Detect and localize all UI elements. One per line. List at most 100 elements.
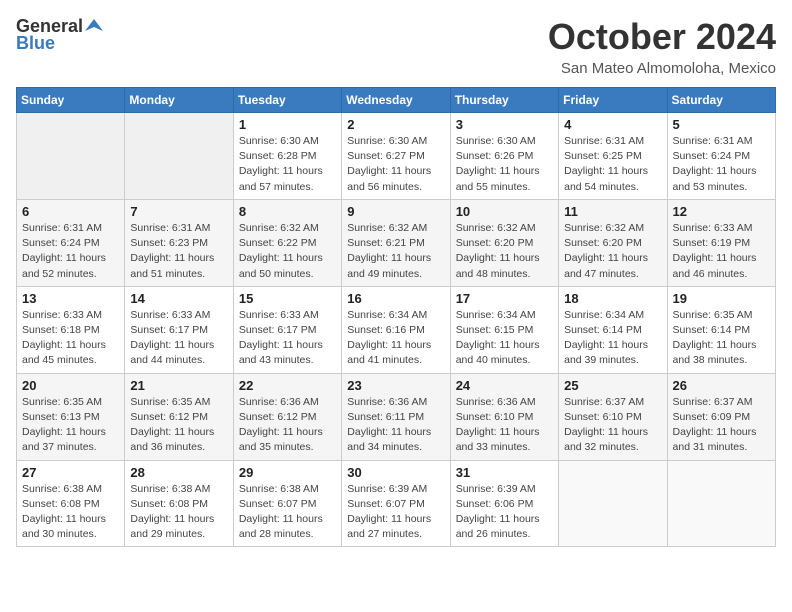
calendar-header-row: SundayMondayTuesdayWednesdayThursdayFrid… bbox=[17, 88, 776, 113]
calendar-cell: 18Sunrise: 6:34 AM Sunset: 6:14 PM Dayli… bbox=[559, 286, 667, 373]
day-number: 6 bbox=[22, 204, 119, 219]
week-row-4: 20 Sunrise: 6:35 AM Sunset: 6:13 PM Dayli… bbox=[17, 373, 776, 460]
logo-bird-icon bbox=[85, 17, 103, 35]
calendar-cell: 1Sunrise: 6:30 AM Sunset: 6:28 PM Daylig… bbox=[233, 113, 341, 200]
day-info: Sunrise: 6:36 AM Sunset: 6:12 PM Dayligh… bbox=[239, 395, 336, 456]
page-header: General Blue October 2024 San Mateo Almo… bbox=[16, 16, 776, 77]
day-info: Sunrise: 6:33 AM Sunset: 6:17 PM Dayligh… bbox=[130, 308, 227, 369]
calendar-cell: 17Sunrise: 6:34 AM Sunset: 6:15 PM Dayli… bbox=[450, 286, 558, 373]
day-info: Sunrise: 6:31 AM Sunset: 6:24 PM Dayligh… bbox=[673, 134, 770, 195]
day-number: 17 bbox=[456, 291, 553, 306]
day-info: Sunrise: 6:33 AM Sunset: 6:18 PM Dayligh… bbox=[22, 308, 119, 369]
calendar-cell: 25 Sunrise: 6:37 AM Sunset: 6:10 PM Dayli… bbox=[559, 373, 667, 460]
day-info: Sunrise: 6:38 AM Sunset: 6:08 PM Dayligh… bbox=[22, 482, 119, 543]
week-row-3: 13Sunrise: 6:33 AM Sunset: 6:18 PM Dayli… bbox=[17, 286, 776, 373]
calendar-cell: 19 Sunrise: 6:35 AM Sunset: 6:14 PM Dayli… bbox=[667, 286, 775, 373]
calendar-cell bbox=[559, 460, 667, 547]
day-number: 10 bbox=[456, 204, 553, 219]
day-number: 7 bbox=[130, 204, 227, 219]
column-header-saturday: Saturday bbox=[667, 88, 775, 113]
calendar-cell: 16 Sunrise: 6:34 AM Sunset: 6:16 PM Dayli… bbox=[342, 286, 450, 373]
month-year-title: October 2024 bbox=[548, 16, 776, 58]
day-info: Sunrise: 6:38 AM Sunset: 6:08 PM Dayligh… bbox=[130, 482, 227, 543]
day-info: Sunrise: 6:30 AM Sunset: 6:26 PM Dayligh… bbox=[456, 134, 553, 195]
day-info: Sunrise: 6:30 AM Sunset: 6:27 PM Dayligh… bbox=[347, 134, 444, 195]
day-number: 12 bbox=[673, 204, 770, 219]
calendar-cell: 14 Sunrise: 6:33 AM Sunset: 6:17 PM Dayli… bbox=[125, 286, 233, 373]
day-number: 21 bbox=[130, 378, 227, 393]
day-info: Sunrise: 6:31 AM Sunset: 6:25 PM Dayligh… bbox=[564, 134, 661, 195]
day-number: 9 bbox=[347, 204, 444, 219]
column-header-monday: Monday bbox=[125, 88, 233, 113]
day-number: 3 bbox=[456, 117, 553, 132]
day-info: Sunrise: 6:37 AM Sunset: 6:10 PM Dayligh… bbox=[564, 395, 661, 456]
day-info: Sunrise: 6:32 AM Sunset: 6:22 PM Dayligh… bbox=[239, 221, 336, 282]
day-info: Sunrise: 6:37 AM Sunset: 6:09 PM Dayligh… bbox=[673, 395, 770, 456]
calendar-cell: 28 Sunrise: 6:38 AM Sunset: 6:08 PM Dayli… bbox=[125, 460, 233, 547]
day-info: Sunrise: 6:34 AM Sunset: 6:16 PM Dayligh… bbox=[347, 308, 444, 369]
calendar-cell: 23Sunrise: 6:36 AM Sunset: 6:11 PM Dayli… bbox=[342, 373, 450, 460]
day-number: 31 bbox=[456, 465, 553, 480]
day-number: 23 bbox=[347, 378, 444, 393]
day-number: 28 bbox=[130, 465, 227, 480]
calendar-cell: 26 Sunrise: 6:37 AM Sunset: 6:09 PM Dayli… bbox=[667, 373, 775, 460]
calendar-table: SundayMondayTuesdayWednesdayThursdayFrid… bbox=[16, 87, 776, 547]
logo-blue-text: Blue bbox=[16, 33, 55, 54]
day-number: 22 bbox=[239, 378, 336, 393]
column-header-sunday: Sunday bbox=[17, 88, 125, 113]
column-header-thursday: Thursday bbox=[450, 88, 558, 113]
day-info: Sunrise: 6:39 AM Sunset: 6:07 PM Dayligh… bbox=[347, 482, 444, 543]
day-number: 5 bbox=[673, 117, 770, 132]
column-header-tuesday: Tuesday bbox=[233, 88, 341, 113]
column-header-wednesday: Wednesday bbox=[342, 88, 450, 113]
calendar-cell bbox=[667, 460, 775, 547]
calendar-cell bbox=[125, 113, 233, 200]
week-row-2: 6 Sunrise: 6:31 AM Sunset: 6:24 PM Daylig… bbox=[17, 199, 776, 286]
week-row-5: 27 Sunrise: 6:38 AM Sunset: 6:08 PM Dayli… bbox=[17, 460, 776, 547]
column-header-friday: Friday bbox=[559, 88, 667, 113]
day-number: 25 bbox=[564, 378, 661, 393]
week-row-1: 1Sunrise: 6:30 AM Sunset: 6:28 PM Daylig… bbox=[17, 113, 776, 200]
day-info: Sunrise: 6:35 AM Sunset: 6:13 PM Dayligh… bbox=[22, 395, 119, 456]
day-info: Sunrise: 6:31 AM Sunset: 6:24 PM Dayligh… bbox=[22, 221, 119, 282]
calendar-cell: 30Sunrise: 6:39 AM Sunset: 6:07 PM Dayli… bbox=[342, 460, 450, 547]
day-info: Sunrise: 6:39 AM Sunset: 6:06 PM Dayligh… bbox=[456, 482, 553, 543]
day-number: 24 bbox=[456, 378, 553, 393]
calendar-cell: 6 Sunrise: 6:31 AM Sunset: 6:24 PM Daylig… bbox=[17, 199, 125, 286]
calendar-cell: 27 Sunrise: 6:38 AM Sunset: 6:08 PM Dayli… bbox=[17, 460, 125, 547]
calendar-cell: 15 Sunrise: 6:33 AM Sunset: 6:17 PM Dayli… bbox=[233, 286, 341, 373]
day-info: Sunrise: 6:32 AM Sunset: 6:20 PM Dayligh… bbox=[456, 221, 553, 282]
day-info: Sunrise: 6:31 AM Sunset: 6:23 PM Dayligh… bbox=[130, 221, 227, 282]
day-number: 4 bbox=[564, 117, 661, 132]
calendar-cell: 4 Sunrise: 6:31 AM Sunset: 6:25 PM Daylig… bbox=[559, 113, 667, 200]
calendar-cell: 29Sunrise: 6:38 AM Sunset: 6:07 PM Dayli… bbox=[233, 460, 341, 547]
day-number: 15 bbox=[239, 291, 336, 306]
day-number: 26 bbox=[673, 378, 770, 393]
calendar-cell: 8Sunrise: 6:32 AM Sunset: 6:22 PM Daylig… bbox=[233, 199, 341, 286]
day-info: Sunrise: 6:32 AM Sunset: 6:20 PM Dayligh… bbox=[564, 221, 661, 282]
day-number: 14 bbox=[130, 291, 227, 306]
day-number: 19 bbox=[673, 291, 770, 306]
calendar-cell: 21Sunrise: 6:35 AM Sunset: 6:12 PM Dayli… bbox=[125, 373, 233, 460]
calendar-cell: 22 Sunrise: 6:36 AM Sunset: 6:12 PM Dayli… bbox=[233, 373, 341, 460]
day-info: Sunrise: 6:36 AM Sunset: 6:10 PM Dayligh… bbox=[456, 395, 553, 456]
calendar-cell bbox=[17, 113, 125, 200]
day-number: 2 bbox=[347, 117, 444, 132]
day-info: Sunrise: 6:33 AM Sunset: 6:19 PM Dayligh… bbox=[673, 221, 770, 282]
day-info: Sunrise: 6:34 AM Sunset: 6:14 PM Dayligh… bbox=[564, 308, 661, 369]
location-subtitle: San Mateo Almomoloha, Mexico bbox=[548, 60, 776, 77]
calendar-cell: 5 Sunrise: 6:31 AM Sunset: 6:24 PM Daylig… bbox=[667, 113, 775, 200]
calendar-cell: 3 Sunrise: 6:30 AM Sunset: 6:26 PM Daylig… bbox=[450, 113, 558, 200]
day-number: 27 bbox=[22, 465, 119, 480]
day-number: 20 bbox=[22, 378, 119, 393]
day-number: 16 bbox=[347, 291, 444, 306]
day-info: Sunrise: 6:33 AM Sunset: 6:17 PM Dayligh… bbox=[239, 308, 336, 369]
calendar-cell: 31 Sunrise: 6:39 AM Sunset: 6:06 PM Dayli… bbox=[450, 460, 558, 547]
day-number: 1 bbox=[239, 117, 336, 132]
day-number: 11 bbox=[564, 204, 661, 219]
calendar-cell: 13Sunrise: 6:33 AM Sunset: 6:18 PM Dayli… bbox=[17, 286, 125, 373]
calendar-cell: 11 Sunrise: 6:32 AM Sunset: 6:20 PM Dayli… bbox=[559, 199, 667, 286]
day-info: Sunrise: 6:35 AM Sunset: 6:14 PM Dayligh… bbox=[673, 308, 770, 369]
calendar-cell: 7 Sunrise: 6:31 AM Sunset: 6:23 PM Daylig… bbox=[125, 199, 233, 286]
calendar-cell: 9Sunrise: 6:32 AM Sunset: 6:21 PM Daylig… bbox=[342, 199, 450, 286]
